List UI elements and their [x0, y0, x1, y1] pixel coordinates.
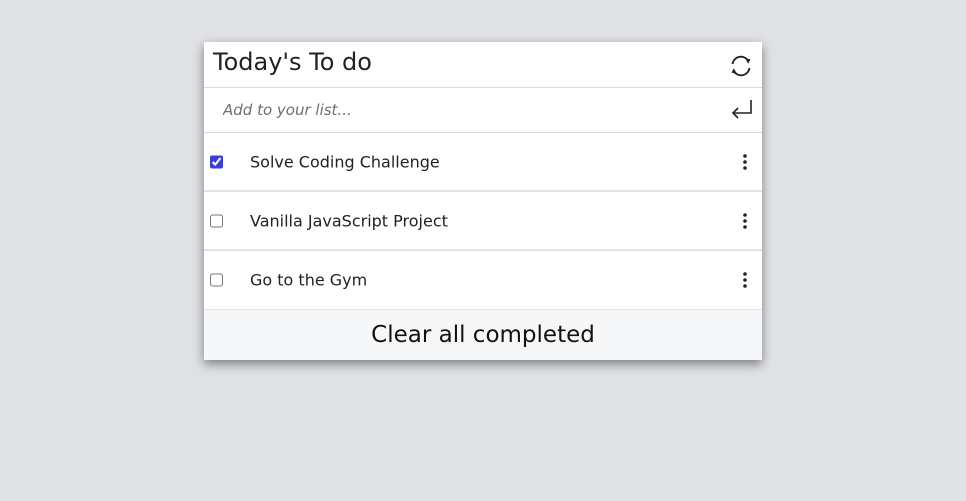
more-options-icon[interactable]: [740, 212, 750, 230]
todo-card: Today's To do Solve Coding Challenge: [204, 42, 762, 360]
todo-footer: Clear all completed: [204, 309, 762, 360]
more-options-icon[interactable]: [740, 153, 750, 171]
list-item: Go to the Gym: [204, 251, 762, 309]
list-item: Vanilla JavaScript Project: [204, 192, 762, 251]
list-item: Solve Coding Challenge: [204, 133, 762, 192]
add-item-input[interactable]: [204, 88, 714, 132]
enter-icon[interactable]: [730, 98, 754, 120]
todo-header: Today's To do: [204, 42, 762, 88]
item-checkbox[interactable]: [210, 214, 223, 227]
more-options-icon[interactable]: [740, 271, 750, 289]
add-item-row: [204, 88, 762, 133]
refresh-icon[interactable]: [728, 53, 754, 79]
item-label: Vanilla JavaScript Project: [250, 211, 448, 230]
item-checkbox[interactable]: [210, 155, 223, 168]
item-label: Solve Coding Challenge: [250, 152, 440, 171]
todo-list: Solve Coding Challenge Vanilla JavaScrip…: [204, 133, 762, 309]
page-title: Today's To do: [213, 48, 372, 76]
item-checkbox[interactable]: [210, 273, 223, 287]
item-label: Go to the Gym: [250, 270, 368, 290]
clear-completed-button[interactable]: Clear all completed: [371, 322, 595, 348]
